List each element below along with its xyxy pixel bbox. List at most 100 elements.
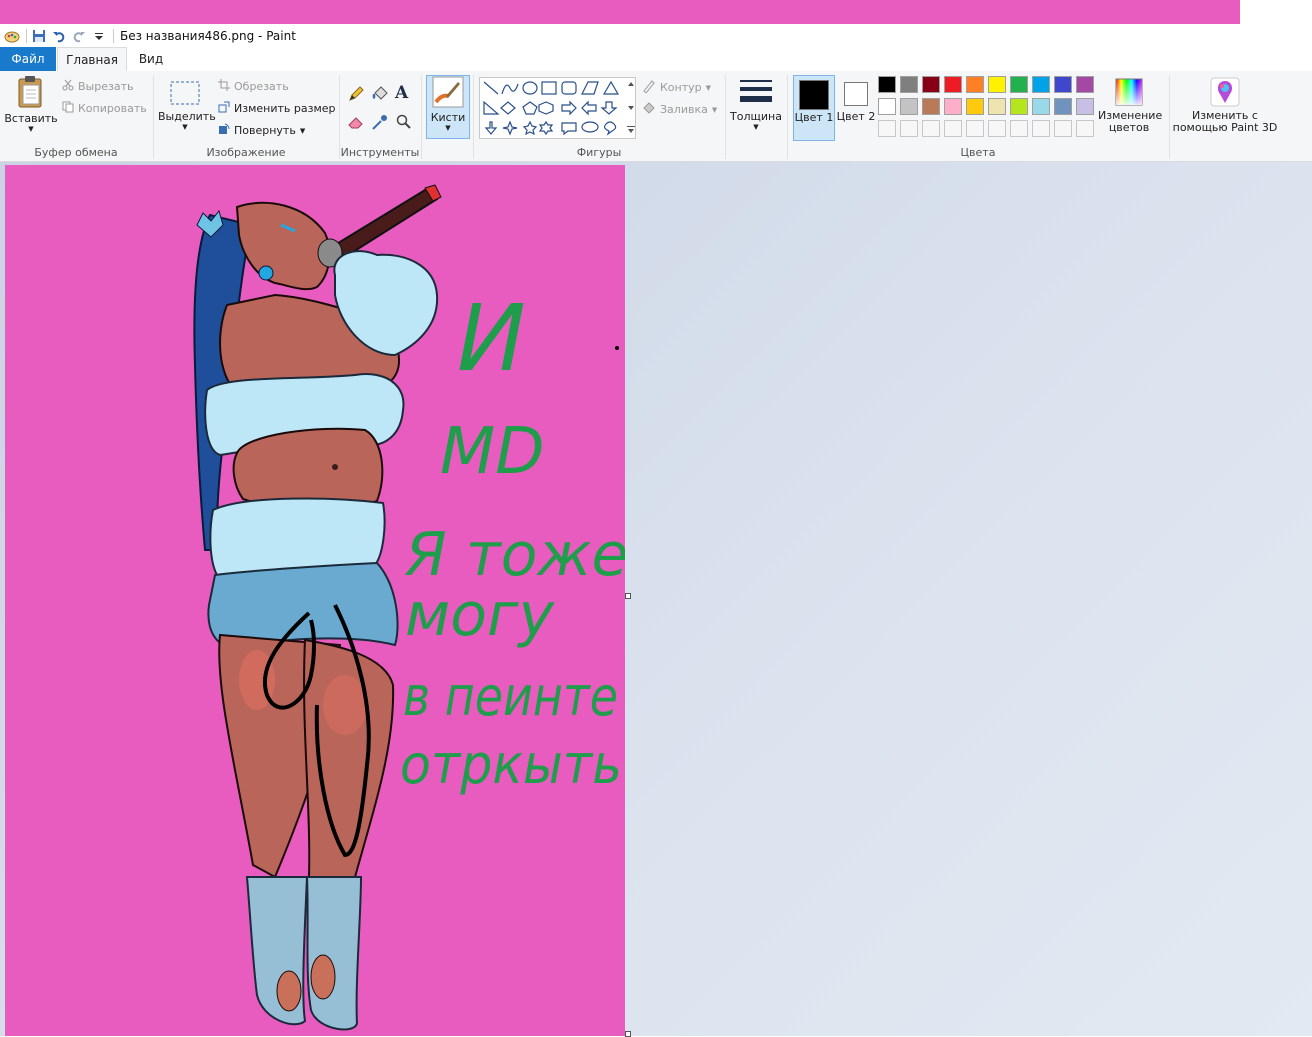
fill-button[interactable]: Заливка ▼ [642, 101, 717, 118]
palette-swatch[interactable] [922, 98, 940, 115]
colors-group: Цвет 1 Цвет 2 Изменение цветов Цвета [788, 71, 1168, 161]
palette-empty-slot[interactable] [966, 120, 984, 137]
palette-swatch[interactable] [1010, 98, 1028, 115]
shapes-gallery[interactable] [479, 77, 636, 139]
brushes-dropdown-icon: ▼ [445, 124, 451, 132]
palette-empty-slot[interactable] [944, 120, 962, 137]
copy-button[interactable]: Копировать [62, 101, 147, 116]
palette-swatch[interactable] [1076, 98, 1094, 115]
palette-swatch[interactable] [988, 76, 1006, 93]
fill-dropdown-icon: ▼ [711, 105, 718, 114]
palette-empty-slot[interactable] [1076, 120, 1094, 137]
brushes-button[interactable]: Кисти ▼ [426, 75, 470, 139]
palette-swatch[interactable] [966, 98, 984, 115]
paint3d-button[interactable]: Изменить с помощью Paint 3D [1172, 77, 1278, 134]
color-picker-icon[interactable] [371, 113, 389, 134]
canvas-resize-handle-right[interactable] [625, 593, 631, 599]
paste-icon [15, 76, 47, 112]
size-dropdown-icon: ▼ [753, 123, 759, 131]
undo-icon[interactable] [51, 28, 67, 44]
palette-swatch[interactable] [944, 98, 962, 115]
ribbon: Вставить ▼ Вырезать Копировать Буфер обм… [0, 71, 1312, 162]
resize-icon [218, 101, 230, 116]
shapes-gallery-icons[interactable] [480, 78, 635, 138]
palette-empty-slot[interactable] [1010, 120, 1028, 137]
palette-swatch[interactable] [900, 76, 918, 93]
handwriting-line1: И [457, 285, 526, 392]
paint3d-label: Изменить с помощью Paint 3D [1172, 109, 1278, 134]
select-icon [169, 81, 201, 110]
outline-button[interactable]: Контур ▼ [642, 79, 711, 96]
tab-view[interactable]: Вид [130, 47, 172, 71]
palette-swatch[interactable] [1054, 98, 1072, 115]
palette-swatch[interactable] [944, 76, 962, 93]
palette-empty-slot[interactable] [1054, 120, 1072, 137]
drawing-canvas[interactable]: И MD Я тоже могу в пеинте отркыть [5, 165, 625, 1036]
text-tool-icon[interactable]: A [395, 83, 408, 103]
paste-label: Вставить [4, 112, 58, 125]
color2-swatch [844, 82, 868, 106]
paint-app-icon[interactable] [4, 28, 20, 44]
pencil-icon[interactable] [347, 85, 365, 106]
rotate-label: Повернуть [234, 124, 296, 137]
tools-group-label: Инструменты [340, 146, 420, 159]
eraser-icon[interactable] [347, 113, 365, 134]
tab-file[interactable]: Файл [0, 47, 56, 71]
clipboard-group-label: Буфер обмена [34, 146, 118, 159]
customize-qat-icon[interactable] [91, 28, 107, 44]
resize-button[interactable]: Изменить размер [218, 101, 336, 116]
rotate-icon [218, 123, 230, 138]
paste-dropdown-icon[interactable]: ▼ [4, 125, 58, 133]
color2-button[interactable]: Цвет 2 [836, 75, 876, 139]
palette-swatch[interactable] [1032, 76, 1050, 93]
ribbon-tabs: Файл Главная Вид [0, 47, 1312, 73]
color1-label: Цвет 1 [794, 111, 834, 124]
edit-colors-label: Изменение цветов [1098, 109, 1163, 134]
fill-bucket-icon[interactable] [371, 85, 389, 106]
handwriting-line5: в пеинте [403, 665, 618, 728]
palette-empty-slot[interactable] [922, 120, 940, 137]
palette-empty-slot[interactable] [988, 120, 1006, 137]
save-icon[interactable] [31, 28, 47, 44]
palette-swatch[interactable] [878, 98, 896, 115]
outline-dropdown-icon: ▼ [705, 83, 712, 92]
palette-swatch[interactable] [900, 98, 918, 115]
size-button[interactable]: Толщина ▼ [728, 77, 784, 131]
select-dropdown-icon[interactable]: ▼ [158, 123, 212, 131]
palette-swatch[interactable] [988, 98, 1006, 115]
palette-swatch[interactable] [1010, 76, 1028, 93]
crop-icon [218, 79, 230, 94]
handwriting-line2: MD [440, 415, 545, 489]
palette-empty-slot[interactable] [1032, 120, 1050, 137]
palette-swatch[interactable] [1032, 98, 1050, 115]
crop-label: Обрезать [234, 80, 289, 93]
brush-icon [432, 76, 464, 111]
fill-label: Заливка [660, 103, 708, 116]
redo-icon[interactable] [71, 28, 87, 44]
palette-swatch[interactable] [1076, 76, 1094, 93]
handwriting-line4: могу [405, 580, 555, 650]
palette-swatch[interactable] [922, 76, 940, 93]
rotate-dropdown-icon[interactable]: ▼ [300, 127, 305, 135]
fill-icon [642, 101, 656, 118]
palette-swatch[interactable] [878, 76, 896, 93]
canvas-resize-handle-corner[interactable] [625, 1031, 631, 1037]
tab-home[interactable]: Главная [57, 47, 127, 73]
paste-button[interactable]: Вставить ▼ [4, 75, 58, 133]
magnifier-icon[interactable] [395, 113, 413, 134]
cut-label: Вырезать [78, 80, 134, 93]
outline-icon [642, 79, 656, 96]
window-title: Без названия486.png - Paint [120, 28, 296, 43]
brushes-label: Кисти [430, 111, 466, 124]
select-button[interactable]: Выделить ▼ [158, 79, 216, 131]
color1-button[interactable]: Цвет 1 [793, 75, 835, 141]
cut-button[interactable]: Вырезать [62, 79, 133, 94]
palette-empty-slot[interactable] [878, 120, 896, 137]
crop-button[interactable]: Обрезать [218, 79, 289, 94]
palette-swatch[interactable] [1054, 76, 1072, 93]
palette-swatch[interactable] [966, 76, 984, 93]
resize-label: Изменить размер [234, 102, 336, 115]
palette-empty-slot[interactable] [900, 120, 918, 137]
rotate-button[interactable]: Повернуть ▼ [218, 123, 305, 138]
edit-colors-button[interactable]: Изменение цветов [1098, 77, 1163, 134]
